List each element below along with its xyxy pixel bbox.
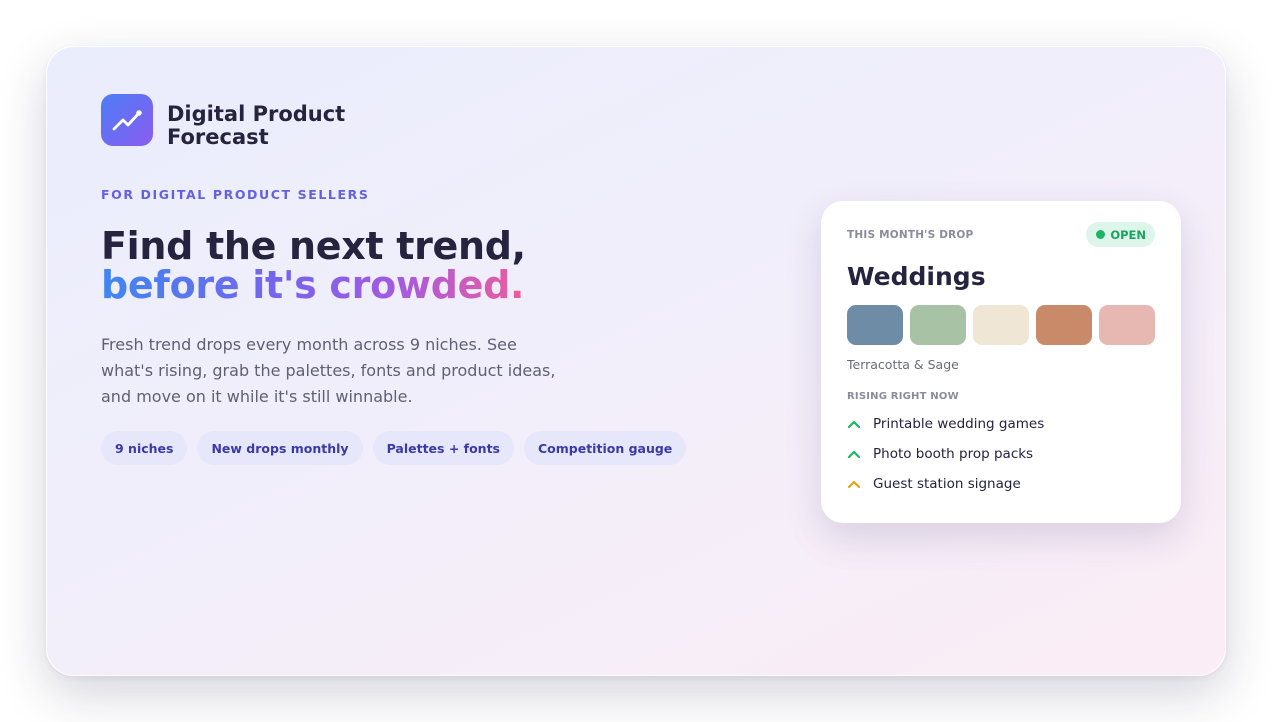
rising-list: Printable wedding games Photo booth prop… <box>847 409 1044 499</box>
chip-palettes-fonts: Palettes + fonts <box>372 431 514 465</box>
palette-swatches <box>847 305 1155 345</box>
chip-niches: 9 niches <box>101 431 188 465</box>
headline-line2: before it's crowded. <box>101 263 525 307</box>
drop-card[interactable]: THIS MONTH'S DROP OPEN Weddings Terracot… <box>821 201 1181 523</box>
palette-swatch[interactable] <box>847 305 903 345</box>
status-badge-label: OPEN <box>1110 227 1146 242</box>
rising-item-label: Guest station signage <box>873 476 1021 492</box>
palette-swatch[interactable] <box>910 305 966 345</box>
palette-name: Terracotta & Sage <box>847 357 959 372</box>
rising-item-label: Photo booth prop packs <box>873 446 1034 462</box>
logo[interactable] <box>101 94 153 146</box>
status-dot-icon <box>1096 230 1106 239</box>
brand-name: Digital Product Forecast <box>167 103 367 149</box>
drop-card-eyebrow: THIS MONTH'S DROP <box>847 229 974 241</box>
rising-item[interactable]: Guest station signage <box>847 469 1044 499</box>
status-badge: OPEN <box>1086 222 1155 247</box>
headline-line1: Find the next trend, <box>101 224 526 268</box>
palette-swatch[interactable] <box>1036 305 1092 345</box>
trend-line-icon <box>112 110 142 131</box>
brand-name-line1: Digital Product <box>167 102 346 126</box>
hero-eyebrow: FOR DIGITAL PRODUCT SELLERS <box>101 187 370 202</box>
hero-headline: Find the next trend, before it's crowded… <box>101 227 526 305</box>
palette-swatch[interactable] <box>973 305 1029 345</box>
rising-item[interactable]: Printable wedding games <box>847 409 1044 439</box>
rising-label: RISING RIGHT NOW <box>847 391 959 402</box>
hero-description: Fresh trend drops every month across 9 n… <box>101 335 556 406</box>
feature-chips: 9 niches New drops monthly Palettes + fo… <box>101 431 687 465</box>
chip-competition-gauge: Competition gauge <box>524 431 687 465</box>
palette-swatch[interactable] <box>1099 305 1155 345</box>
brand-name-line2: Forecast <box>167 125 269 149</box>
rising-item[interactable]: Photo booth prop packs <box>847 439 1044 469</box>
chevron-up-icon <box>847 479 873 489</box>
chip-new-drops: New drops monthly <box>197 431 363 465</box>
drop-card-title: Weddings <box>847 262 986 291</box>
rising-item-label: Printable wedding games <box>873 416 1045 432</box>
chevron-up-icon <box>847 449 873 459</box>
chevron-up-icon <box>847 419 873 429</box>
hero-frame: Digital Product Forecast FOR DIGITAL PRO… <box>46 46 1226 676</box>
